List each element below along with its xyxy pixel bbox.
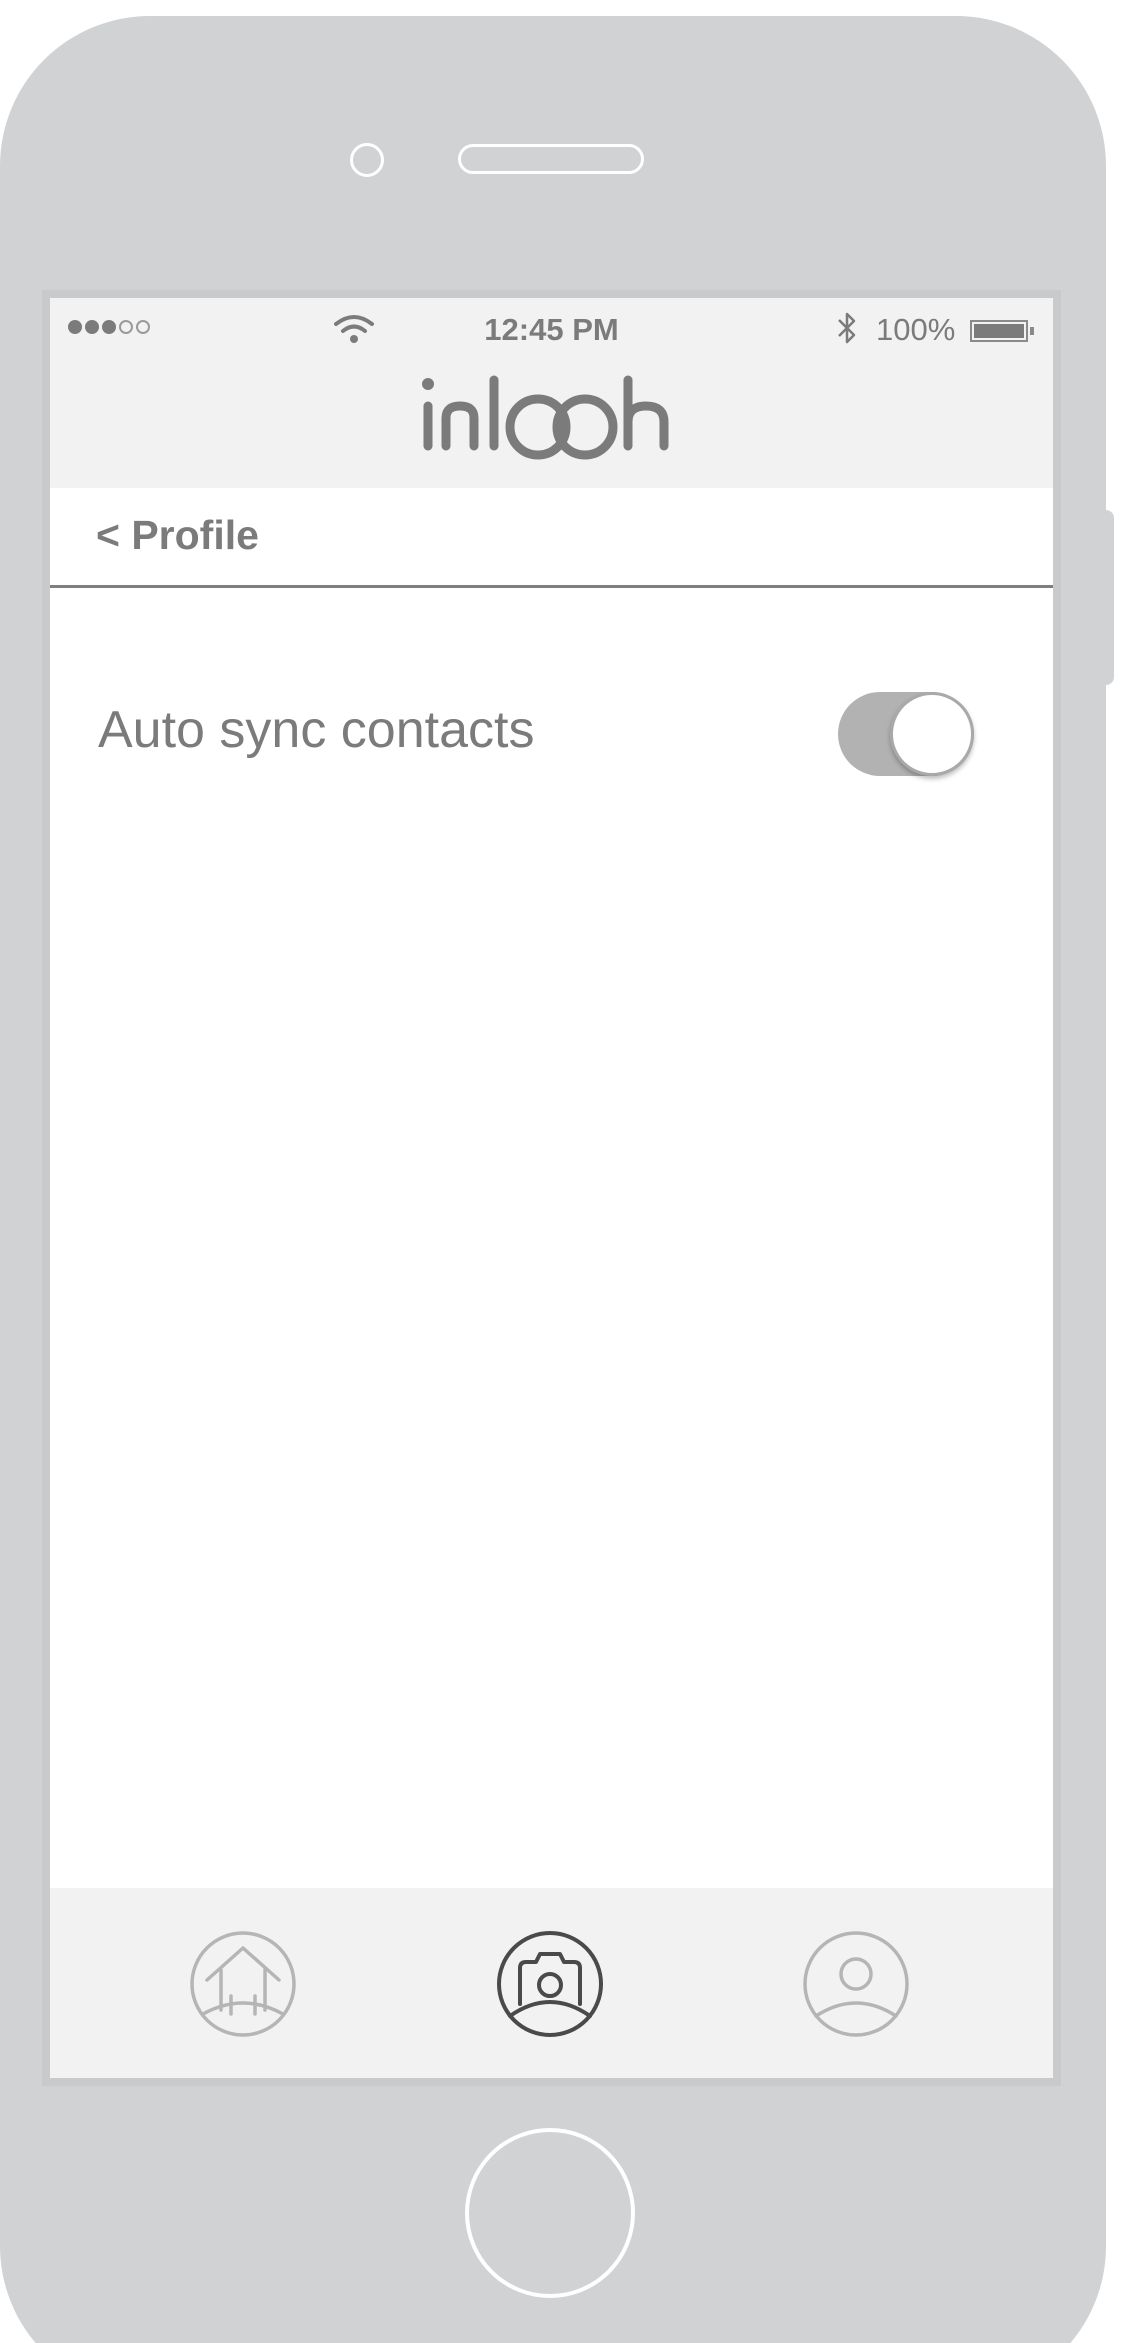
setting-label: Auto sync contacts — [98, 701, 535, 759]
battery-icon — [970, 320, 1028, 342]
side-button — [1100, 510, 1114, 685]
stage: 12:45 PM 100% inlooh — [0, 0, 1122, 2343]
speaker-grille — [458, 144, 644, 174]
camera-person-icon — [497, 1931, 603, 2037]
profile-icon — [803, 1931, 909, 2037]
battery-fill — [974, 324, 1024, 338]
tab-home[interactable] — [189, 1930, 297, 2038]
app-logo: inlooh — [422, 375, 669, 460]
back-to-profile-link[interactable]: < Profile — [96, 512, 259, 559]
setting-row-auto-sync: Auto sync contacts — [50, 688, 1053, 788]
top-bar: 12:45 PM 100% inlooh — [50, 298, 1053, 488]
front-camera — [350, 143, 384, 177]
home-button[interactable] — [465, 2128, 635, 2298]
tab-bar — [50, 1888, 1053, 2078]
screen: 12:45 PM 100% inlooh — [42, 290, 1061, 2086]
tab-profile[interactable] — [802, 1930, 910, 2038]
status-bar: 12:45 PM 100% — [50, 298, 1053, 362]
battery-cap — [1030, 327, 1034, 335]
auto-sync-toggle[interactable] — [838, 692, 974, 776]
battery-percent: 100% — [876, 312, 956, 347]
nav-bar: < Profile — [50, 488, 1053, 588]
home-icon — [190, 1931, 296, 2037]
toggle-knob — [890, 692, 974, 776]
bluetooth-icon — [838, 312, 856, 344]
tab-camera[interactable] — [496, 1930, 604, 2038]
